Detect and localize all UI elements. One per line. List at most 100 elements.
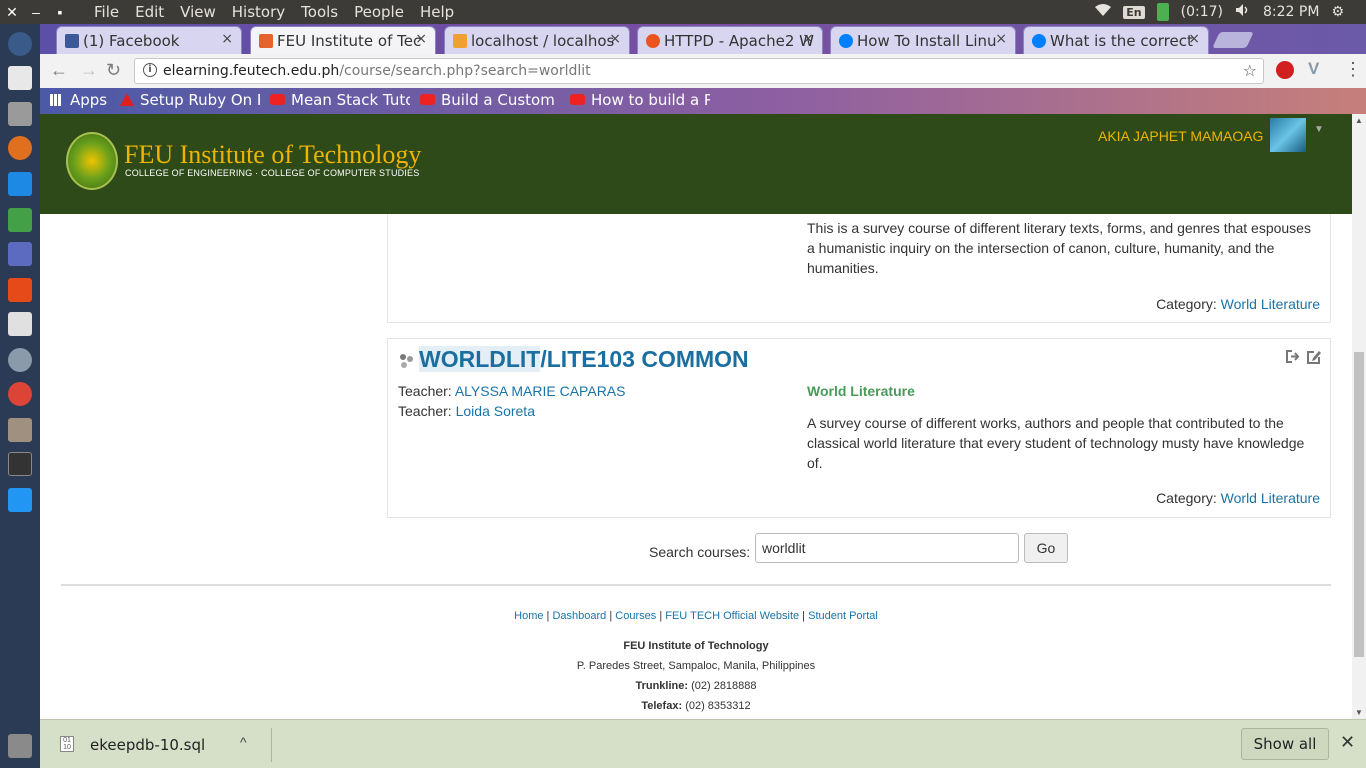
- bookmark-setup-ruby[interactable]: Setup Ruby On R: [120, 91, 260, 109]
- menu-history[interactable]: History: [232, 3, 285, 21]
- tab-close-icon[interactable]: ×: [995, 31, 1007, 47]
- os-top-panel: ✕ – ▪ File Edit View History Tools Peopl…: [0, 0, 1366, 24]
- footer-link-courses[interactable]: Courses: [615, 610, 656, 622]
- footer-link-home[interactable]: Home: [514, 610, 543, 622]
- course-category: Category: World Literature: [1156, 490, 1320, 506]
- tab-close-icon[interactable]: ×: [221, 31, 233, 47]
- course-title-link[interactable]: WORLDLIT/LITE103 COMMON: [419, 346, 749, 373]
- battery-icon[interactable]: [1156, 3, 1169, 21]
- feu-seal-logo[interactable]: [66, 132, 118, 190]
- tab-install-linux[interactable]: How To Install Linu ×: [830, 26, 1016, 54]
- volume-icon[interactable]: [1235, 3, 1251, 21]
- youtube-icon: [420, 94, 435, 105]
- usb-drive-icon[interactable]: [8, 418, 32, 442]
- scroll-up-icon[interactable]: ▲: [1355, 116, 1363, 125]
- download-options-chevron-icon[interactable]: ^: [240, 734, 247, 750]
- search-go-button[interactable]: Go: [1024, 533, 1068, 563]
- tab-what-is-correct[interactable]: What is the correct ×: [1023, 26, 1209, 54]
- new-tab-button[interactable]: [1212, 32, 1254, 48]
- enrol-icon[interactable]: [1285, 349, 1301, 367]
- footer-divider: [61, 584, 1331, 586]
- scrollbar-thumb[interactable]: [1354, 352, 1364, 657]
- show-all-downloads-button[interactable]: Show all: [1241, 728, 1329, 760]
- close-shelf-icon[interactable]: ✕: [1340, 732, 1355, 753]
- search-courses-label: Search courses:: [649, 544, 751, 560]
- tab-close-icon[interactable]: ×: [609, 31, 621, 47]
- wifi-icon[interactable]: [1095, 3, 1112, 21]
- document-icon[interactable]: [8, 242, 32, 266]
- terminal-icon[interactable]: [8, 452, 32, 476]
- back-arrow-icon[interactable]: ←: [50, 60, 68, 81]
- footer-telefax: Telefax: (02) 8353312: [641, 700, 751, 712]
- bookmark-build-custom[interactable]: Build a Custom N: [420, 91, 560, 109]
- address-bar[interactable]: i elearning.feutech.edu.ph/course/search…: [134, 58, 1264, 84]
- menu-file[interactable]: File: [94, 3, 119, 21]
- presentation-icon[interactable]: [8, 278, 32, 302]
- trash-icon[interactable]: [8, 734, 32, 758]
- chrome-browser-window: (1) Facebook × FEU Institute of Tec × lo…: [40, 24, 1366, 768]
- window-minimize-button[interactable]: –: [24, 4, 48, 20]
- search-courses-input[interactable]: [755, 533, 1019, 563]
- forward-arrow-icon[interactable]: →: [80, 60, 98, 81]
- scroll-down-icon[interactable]: ▼: [1355, 708, 1363, 717]
- software-center-icon[interactable]: [8, 312, 32, 336]
- footer-link-student-portal[interactable]: Student Portal: [808, 610, 878, 622]
- menu-edit[interactable]: Edit: [135, 3, 164, 21]
- download-item-name[interactable]: ekeepdb-10.sql: [90, 736, 205, 754]
- tab-feu-institute[interactable]: FEU Institute of Tec ×: [250, 26, 436, 54]
- menu-tools[interactable]: Tools: [301, 3, 338, 21]
- teacher-link[interactable]: Loida Soreta: [456, 403, 535, 419]
- teacher-link[interactable]: ALYSSA MARIE CAPARAS: [455, 383, 626, 399]
- battery-time: (0:17): [1180, 4, 1224, 20]
- youtube-icon: [270, 94, 285, 105]
- tab-close-icon[interactable]: ×: [415, 31, 427, 47]
- clock[interactable]: 8:22 PM: [1263, 4, 1319, 20]
- menu-people[interactable]: People: [354, 3, 404, 21]
- tab-close-icon[interactable]: ×: [802, 31, 814, 47]
- footer-link-dashboard[interactable]: Dashboard: [552, 610, 606, 622]
- tab-phpmyadmin[interactable]: localhost / localhos ×: [444, 26, 630, 54]
- extension-v-icon[interactable]: V: [1308, 59, 1319, 79]
- bookmark-mean-stack[interactable]: Mean Stack Tuto: [270, 91, 410, 109]
- window-restore-button[interactable]: ▪: [48, 4, 72, 20]
- keyboard-layout-indicator[interactable]: En: [1123, 5, 1145, 19]
- site-title[interactable]: FEU Institute of Technology: [124, 140, 421, 170]
- user-menu-caret-icon[interactable]: ▼: [1314, 124, 1324, 135]
- chrome-icon[interactable]: [8, 382, 32, 406]
- settings-gear-icon[interactable]: ⚙: [1331, 4, 1344, 20]
- bookmark-how-to-build[interactable]: How to build a Pi: [570, 91, 710, 109]
- digitalocean-favicon-icon: [839, 34, 853, 48]
- bookmark-star-icon[interactable]: ☆: [1243, 61, 1257, 80]
- menu-help[interactable]: Help: [420, 3, 454, 21]
- files-icon[interactable]: [8, 102, 32, 126]
- category-link[interactable]: World Literature: [1221, 490, 1320, 506]
- edit-settings-icon[interactable]: [1306, 349, 1322, 367]
- tab-httpd-apache[interactable]: HTTPD - Apache2 W ×: [637, 26, 823, 54]
- browser-menu-icon[interactable]: ⋮: [1344, 59, 1362, 80]
- page-scrollbar[interactable]: ▲ ▼: [1352, 114, 1366, 719]
- window-close-button[interactable]: ✕: [0, 4, 24, 21]
- download-shelf: 01 10 ekeepdb-10.sql ^ Show all ✕: [40, 719, 1366, 768]
- footer-org-name: FEU Institute of Technology: [623, 640, 769, 652]
- avatar[interactable]: [1270, 118, 1306, 152]
- extension-opera-icon[interactable]: [1276, 61, 1294, 79]
- menu-view[interactable]: View: [180, 3, 216, 21]
- workspace-switcher-icon[interactable]: [8, 488, 32, 512]
- system-settings-icon[interactable]: [8, 348, 32, 372]
- category-link[interactable]: World Literature: [1221, 296, 1320, 312]
- firefox-icon[interactable]: [8, 136, 32, 160]
- site-info-icon[interactable]: i: [143, 63, 157, 77]
- spreadsheet-icon[interactable]: [8, 208, 32, 232]
- tab-close-icon[interactable]: ×: [1188, 31, 1200, 47]
- url-path: /course/search.php?search=worldlit: [339, 63, 591, 79]
- reload-icon[interactable]: ↻: [106, 60, 121, 81]
- text-editor-icon[interactable]: [8, 66, 32, 90]
- moodle-favicon-icon: [259, 34, 273, 48]
- tab-strip: (1) Facebook × FEU Institute of Tec × lo…: [40, 24, 1366, 54]
- footer-link-feutech-website[interactable]: FEU TECH Official Website: [665, 610, 799, 622]
- vscode-icon[interactable]: [8, 172, 32, 196]
- user-name[interactable]: AKIA JAPHET MAMAOAG: [1098, 128, 1263, 144]
- dash-icon[interactable]: [8, 32, 32, 56]
- bookmark-apps[interactable]: Apps: [50, 91, 115, 109]
- tab-facebook[interactable]: (1) Facebook ×: [56, 26, 242, 54]
